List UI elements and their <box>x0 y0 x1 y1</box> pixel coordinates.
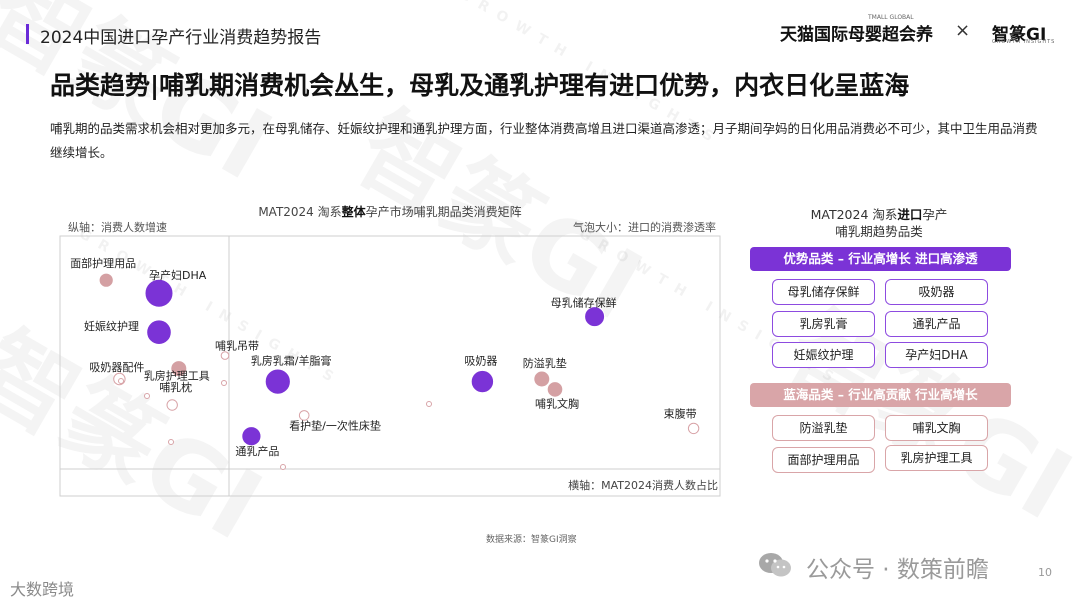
chart-bubble-label: 母乳储存保鲜 <box>551 296 617 310</box>
wechat-icon <box>759 553 791 577</box>
chart-bubble <box>220 351 230 360</box>
chart-bubble-label: 通乳产品 <box>235 444 279 458</box>
chart-bubble <box>687 422 700 435</box>
chart-bubble <box>546 381 564 398</box>
advantage-tag: 乳房乳膏 <box>772 311 875 337</box>
chart-bubble-label: 吸奶器 <box>464 354 497 368</box>
chart-bubble-label: 面部护理用品 <box>70 256 136 270</box>
advantage-tag: 孕产妇DHA <box>885 342 988 368</box>
page-number: 10 <box>1038 566 1052 579</box>
chart-bubble-label: 哺乳枕 <box>159 380 192 394</box>
blue-ocean-tag: 哺乳文胸 <box>885 415 988 441</box>
chart-bubble <box>264 368 291 395</box>
chart-bubble <box>146 319 172 346</box>
side-panel-title: MAT2024 淘系进口孕产 哺乳期趋势品类 <box>810 207 948 239</box>
chart-bubble <box>241 426 262 447</box>
chart-bubble-label: 哺乳吊带 <box>215 340 259 353</box>
chart-minor-bubble <box>144 393 150 399</box>
chart-bubble <box>144 278 174 308</box>
chart-minor-bubble <box>280 464 286 470</box>
chart-minor-bubble <box>168 439 174 445</box>
chart-bubble <box>166 399 178 411</box>
chart-bubble-label: 防溢乳垫 <box>523 356 567 370</box>
chart-bubble-label: 吸奶器配件 <box>89 360 144 374</box>
corner-brand-logo: 大数跨境 <box>10 580 75 599</box>
advantage-category-banner: 优势品类 – 行业高增长 进口高渗透 <box>750 247 1011 271</box>
chart-bubble <box>533 370 551 388</box>
chart-bubble-label: 孕产妇DHA <box>149 268 207 282</box>
advantage-tag: 通乳产品 <box>885 311 988 337</box>
advantage-tag: 母乳储存保鲜 <box>772 279 875 305</box>
chart-bubble-label: 妊娠纹护理 <box>84 319 139 333</box>
chart-bubble-label: 哺乳文胸 <box>535 396 579 410</box>
chart-minor-bubble <box>426 401 432 407</box>
chart-minor-bubble <box>221 380 227 386</box>
chart-minor-bubble <box>118 378 124 384</box>
chart-bubble-label: 束腹带 <box>664 406 697 420</box>
chart-bubble <box>470 369 495 394</box>
blue-ocean-tag: 面部护理用品 <box>772 447 875 473</box>
x-axis-label: 横轴：MAT2024消费人数占比 <box>568 479 718 492</box>
wechat-account-label: 公众号 · 数策前瞻 <box>806 557 989 583</box>
chart-bubble-label: 看护垫/一次性床垫 <box>289 418 381 432</box>
data-source: 数据来源：智篆GI洞察 <box>486 535 577 545</box>
blue-ocean-tag: 防溢乳垫 <box>772 415 875 441</box>
blue-ocean-tag: 乳房护理工具 <box>885 445 988 471</box>
advantage-tag: 妊娠纹护理 <box>772 342 875 368</box>
blue-ocean-category-banner: 蓝海品类 – 行业高贡献 行业高增长 <box>750 383 1011 407</box>
chart-bubble-label: 乳房乳霜/羊脂膏 <box>251 354 332 368</box>
chart-bubble <box>98 272 114 288</box>
advantage-tag: 吸奶器 <box>885 279 988 305</box>
